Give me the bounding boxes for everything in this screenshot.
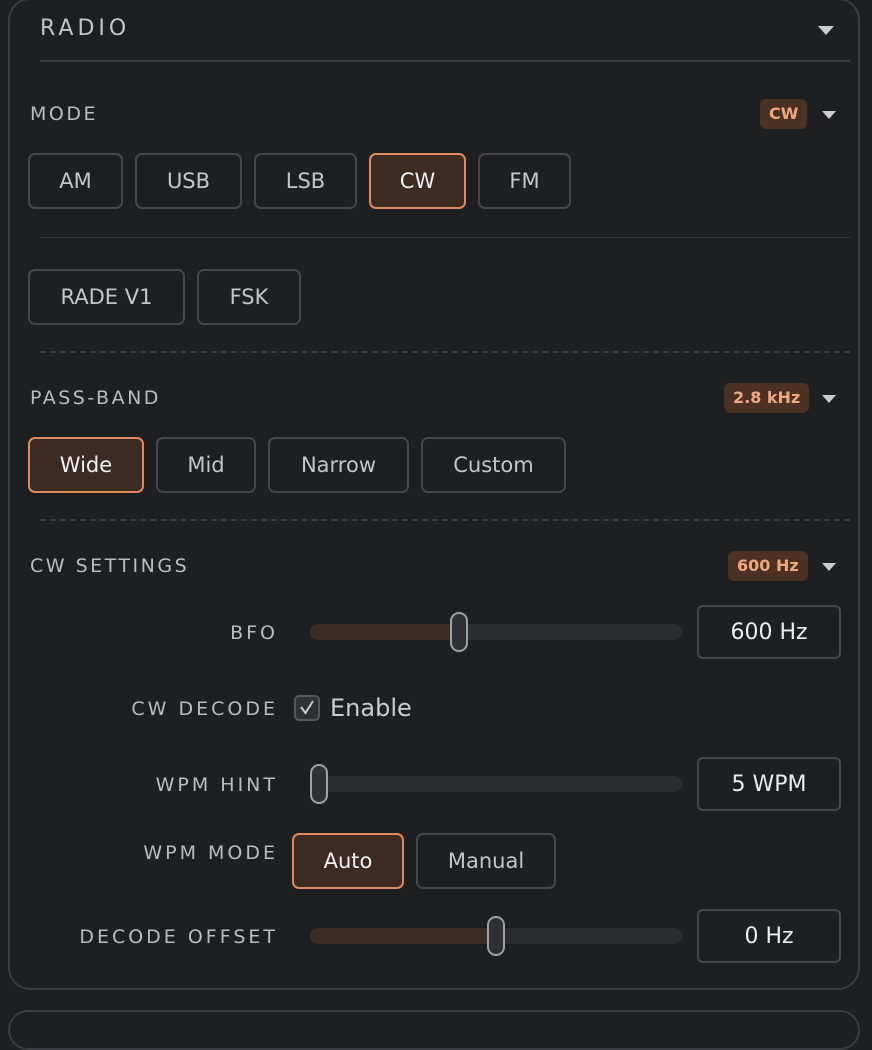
mode-chevron-down-icon[interactable]: [822, 111, 836, 119]
mode-section-title: MODE: [30, 103, 98, 125]
section-divider-1: [40, 351, 850, 353]
bfo-label: BFO: [230, 622, 278, 644]
cw-decode-label: CW DECODE: [131, 698, 278, 720]
wpm-hint-label: WPM HINT: [155, 774, 278, 796]
bfo-slider-track[interactable]: [310, 624, 682, 640]
header-divider: [40, 60, 850, 62]
decode-offset-label: DECODE OFFSET: [79, 926, 278, 948]
decode-offset-slider-fill: [310, 928, 496, 944]
mode-badge: CW: [760, 99, 808, 129]
radio-panel: RADIO MODE CW AM USB LSB CW FM RADE V1 F…: [8, 0, 860, 990]
mode-button-fm[interactable]: FM: [478, 153, 571, 209]
cw-decode-checkbox[interactable]: [294, 695, 320, 721]
checkmark-icon: [300, 700, 314, 715]
mode-button-am[interactable]: AM: [28, 153, 123, 209]
passband-button-wide[interactable]: Wide: [28, 437, 144, 493]
wpm-mode-label: WPM MODE: [143, 842, 278, 864]
wpm-hint-slider-thumb[interactable]: [310, 764, 328, 804]
mode-button-fsk[interactable]: FSK: [197, 269, 301, 325]
cw-settings-chevron-down-icon[interactable]: [822, 563, 836, 571]
decode-offset-value-input[interactable]: 0 Hz: [697, 909, 841, 963]
decode-offset-slider-thumb[interactable]: [487, 916, 505, 956]
cw-settings-badge: 600 Hz: [728, 551, 808, 581]
mode-row-divider: [40, 237, 850, 238]
mode-button-rade-v1[interactable]: RADE V1: [28, 269, 185, 325]
wpm-hint-slider-track[interactable]: [310, 776, 682, 792]
wpm-mode-button-manual[interactable]: Manual: [416, 833, 556, 889]
wpm-hint-value-input[interactable]: 5 WPM: [697, 757, 841, 811]
mode-button-cw[interactable]: CW: [369, 153, 466, 209]
bfo-value-input[interactable]: 600 Hz: [697, 605, 841, 659]
mode-button-lsb[interactable]: LSB: [254, 153, 357, 209]
passband-button-mid[interactable]: Mid: [156, 437, 256, 493]
passband-chevron-down-icon[interactable]: [822, 395, 836, 403]
passband-badge: 2.8 kHz: [724, 383, 810, 413]
chevron-down-icon[interactable]: [818, 26, 834, 35]
mode-button-usb[interactable]: USB: [135, 153, 242, 209]
passband-button-narrow[interactable]: Narrow: [268, 437, 409, 493]
cw-settings-section-title: CW SETTINGS: [30, 555, 190, 577]
bfo-slider-thumb[interactable]: [449, 612, 468, 652]
wpm-mode-button-auto[interactable]: Auto: [292, 833, 404, 889]
bfo-slider-fill: [310, 624, 459, 640]
passband-section-title: PASS-BAND: [30, 387, 161, 409]
passband-button-custom[interactable]: Custom: [421, 437, 566, 493]
next-panel-edge: [8, 1010, 860, 1050]
panel-title: RADIO: [40, 16, 131, 41]
section-divider-2: [40, 519, 850, 521]
cw-decode-enable-label[interactable]: Enable: [330, 694, 412, 722]
